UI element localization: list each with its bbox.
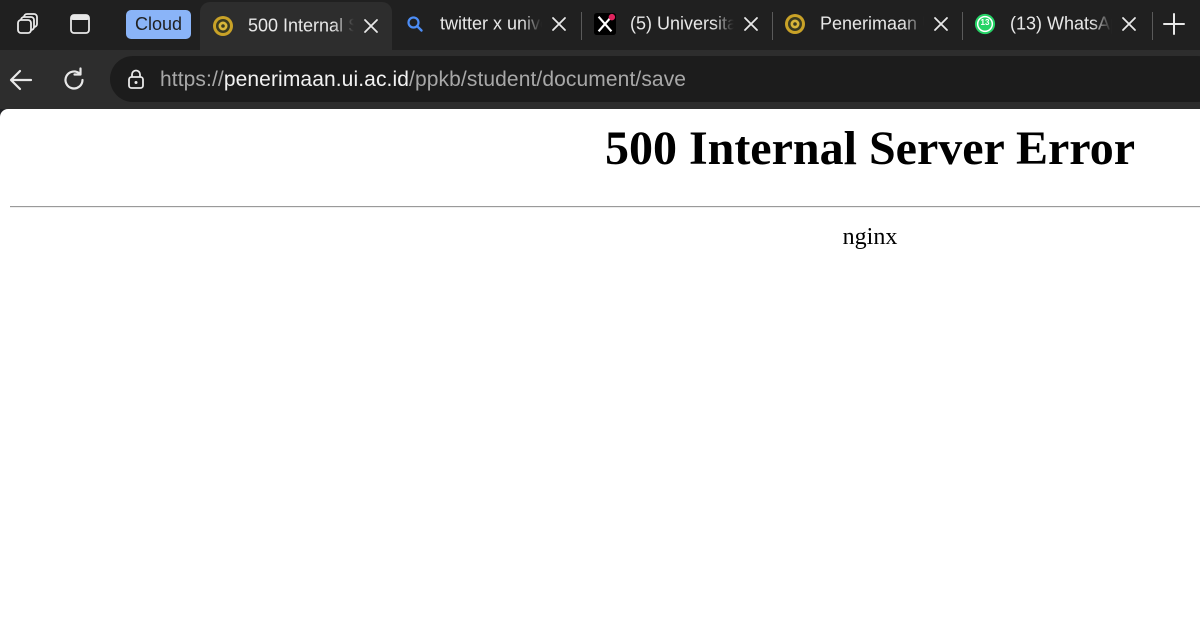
new-tab-button[interactable] [1156,7,1192,41]
tab-title: Penerimaan UI [820,13,924,34]
tab-title: (5) Universitas [630,13,734,34]
error-heading: 500 Internal Server Error [604,122,1136,175]
back-arrow-icon [9,69,33,91]
tab-title: twitter x universitas [440,13,542,34]
tab-separator [1152,12,1153,40]
tab-actions-button[interactable] [62,7,98,41]
whatsapp-icon: 13 [974,13,996,35]
x-logo-icon [594,13,616,35]
browser-toolbar: https://penerimaan.ui.ac.id/ppkb/student… [0,50,1200,109]
url-host: penerimaan.ui.ac.id [223,68,410,91]
url-path: /ppkb/student/document/save [409,68,687,91]
lock-icon [128,69,144,89]
divider [10,206,1200,208]
tab-twitter-search[interactable]: twitter x universitas [392,0,580,48]
tab-penerimaan-ui[interactable]: Penerimaan UI [772,0,962,48]
search-icon [404,13,426,35]
tab-actions-icon [70,14,90,34]
tab-title: 500 Internal Server Error [248,15,354,36]
tab-x-universitas[interactable]: (5) Universitas [582,0,772,48]
workspaces-button[interactable] [10,7,46,41]
address-bar[interactable]: https://penerimaan.ui.ac.id/ppkb/student… [110,56,1200,102]
reload-icon [64,67,84,90]
close-icon[interactable] [932,15,950,33]
close-icon[interactable] [362,17,380,35]
workspaces-icon [17,13,38,34]
url-scheme: https:// [160,68,224,91]
tab-title: (13) WhatsApp [1010,13,1112,34]
close-icon[interactable] [550,15,568,33]
notification-badge: 13 [980,18,990,27]
back-button[interactable] [3,62,39,98]
tab-500-error[interactable]: 500 Internal Server Error [200,2,392,50]
ui-seal-icon [212,15,234,37]
url-text[interactable]: https://penerimaan.ui.ac.id/ppkb/student… [160,68,686,92]
site-info-button[interactable] [120,63,152,95]
server-signature: nginx [842,224,898,250]
tab-strip: Cloud 500 Internal Server Error twitter … [0,0,1200,50]
ui-seal-icon [784,13,806,35]
tab-group-chip[interactable]: Cloud [126,10,191,39]
page-content: 500 Internal Server Error nginx [0,109,1200,634]
reload-button[interactable] [56,62,92,98]
plus-icon [1163,13,1185,35]
close-icon[interactable] [742,15,760,33]
close-icon[interactable] [1120,15,1138,33]
tab-whatsapp[interactable]: 13 (13) WhatsApp [962,0,1150,48]
